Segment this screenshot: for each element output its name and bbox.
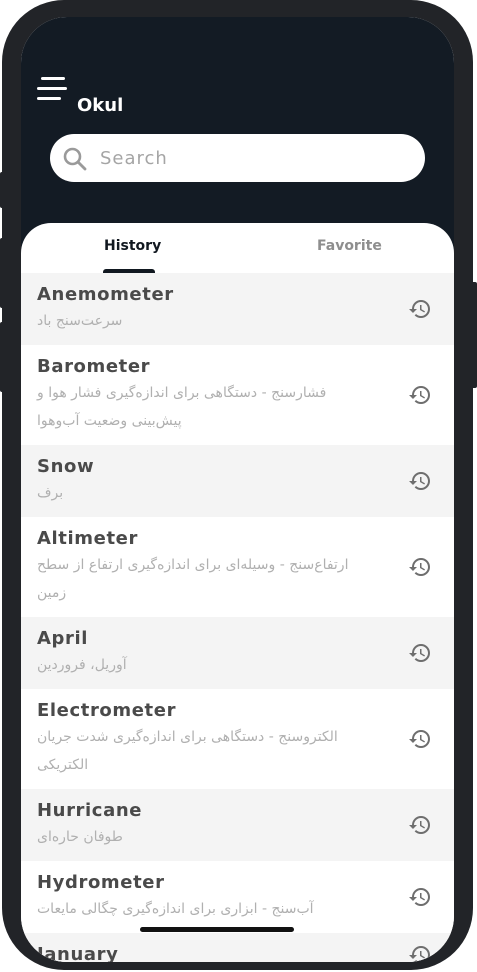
history-meaning: ارتفاع‌سنج - وسیله‌ای برای اندازه‌گیری ا…: [37, 557, 349, 601]
history-item[interactable]: January: [21, 933, 454, 962]
history-meaning: برف: [37, 485, 64, 501]
power-button: [471, 282, 477, 388]
history-item[interactable]: Electrometer الکتروسنج - دستگاهی برای ان…: [21, 689, 454, 789]
history-item[interactable]: Hurricane طوفان حاره‌ای: [21, 789, 454, 861]
history-icon[interactable]: [408, 885, 432, 909]
history-word: Hurricane: [37, 800, 143, 821]
menu-line: [37, 97, 61, 100]
volume-up-button: [0, 238, 6, 308]
app-title: Okul: [77, 95, 124, 116]
history-word: Hydrometer: [37, 872, 165, 893]
tab-history[interactable]: History: [104, 238, 161, 254]
history-item[interactable]: Hydrometer آب‌سنج - ابزاری برای اندازه‌گ…: [21, 861, 454, 933]
tab-favorite[interactable]: Favorite: [317, 238, 382, 254]
history-icon[interactable]: [408, 297, 432, 321]
history-word: January: [37, 944, 119, 962]
history-icon[interactable]: [408, 727, 432, 751]
history-word: April: [37, 628, 89, 649]
history-meaning: آب‌سنج - ابزاری برای اندازه‌گیری چگالی م…: [37, 901, 314, 917]
history-meaning: طوفان حاره‌ای: [37, 829, 123, 845]
history-word: Snow: [37, 456, 95, 477]
history-meaning: سرعت‌سنج باد: [37, 313, 123, 329]
history-meaning: آوریل، فروردین: [37, 657, 127, 673]
content-panel: History Favorite Anemometer سرعت‌سنج باد…: [21, 223, 454, 962]
history-word: Electrometer: [37, 700, 177, 721]
history-item[interactable]: Altimeter ارتفاع‌سنج - وسیله‌ای برای اند…: [21, 517, 454, 617]
search-input[interactable]: [100, 134, 400, 182]
history-word: Barometer: [37, 356, 151, 377]
history-item[interactable]: April آوریل، فروردین: [21, 617, 454, 689]
app-screen: Okul History Favorite Anemometer سرعت‌سن…: [21, 17, 454, 962]
volume-down-button: [0, 322, 6, 392]
history-item[interactable]: Anemometer سرعت‌سنج باد: [21, 273, 454, 345]
history-icon[interactable]: [408, 641, 432, 665]
history-icon[interactable]: [408, 555, 432, 579]
history-word: Anemometer: [37, 284, 174, 305]
history-icon[interactable]: [408, 469, 432, 493]
hamburger-menu-icon[interactable]: [37, 77, 67, 103]
menu-line: [37, 87, 67, 90]
history-icon[interactable]: [408, 813, 432, 837]
home-indicator[interactable]: [140, 927, 294, 932]
history-meaning: الکتروسنج - دستگاهی برای اندازه‌گیری شدت…: [37, 729, 338, 773]
history-item[interactable]: Barometer فشارسنج - دستگاهی برای اندازه‌…: [21, 345, 454, 445]
history-icon[interactable]: [408, 943, 432, 962]
history-list: Anemometer سرعت‌سنج باد Barometer فشارسن…: [21, 273, 454, 962]
tab-bar: History Favorite: [21, 223, 454, 273]
history-item[interactable]: Snow برف: [21, 445, 454, 517]
search-bar[interactable]: [50, 134, 425, 182]
search-icon: [63, 147, 87, 171]
menu-line: [41, 77, 65, 80]
history-meaning: فشارسنج - دستگاهی برای اندازه‌گیری فشار …: [37, 385, 327, 429]
silent-switch: [0, 172, 6, 208]
history-icon[interactable]: [408, 383, 432, 407]
history-word: Altimeter: [37, 528, 138, 549]
